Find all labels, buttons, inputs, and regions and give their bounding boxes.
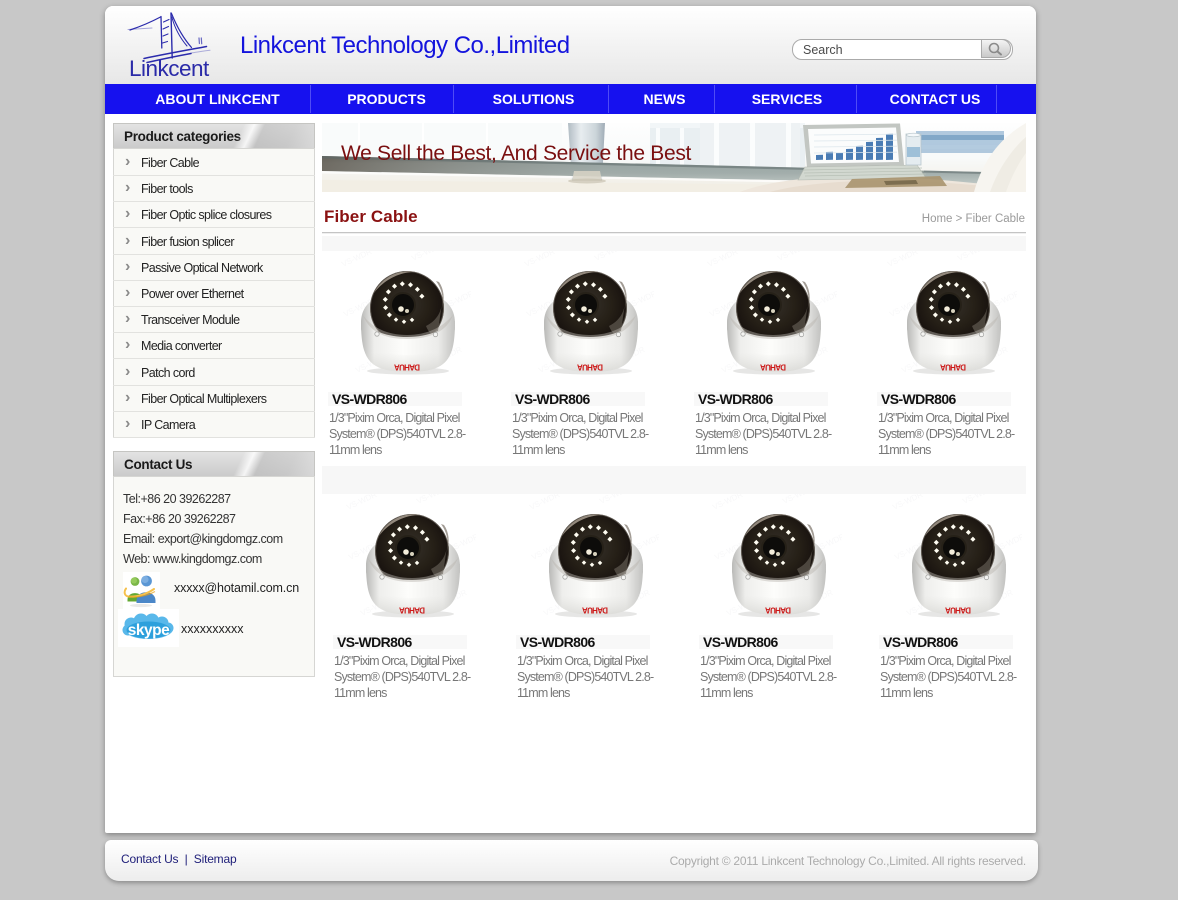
svg-text:skype: skype: [128, 622, 170, 639]
svg-text:Linkcent: Linkcent: [129, 56, 210, 81]
